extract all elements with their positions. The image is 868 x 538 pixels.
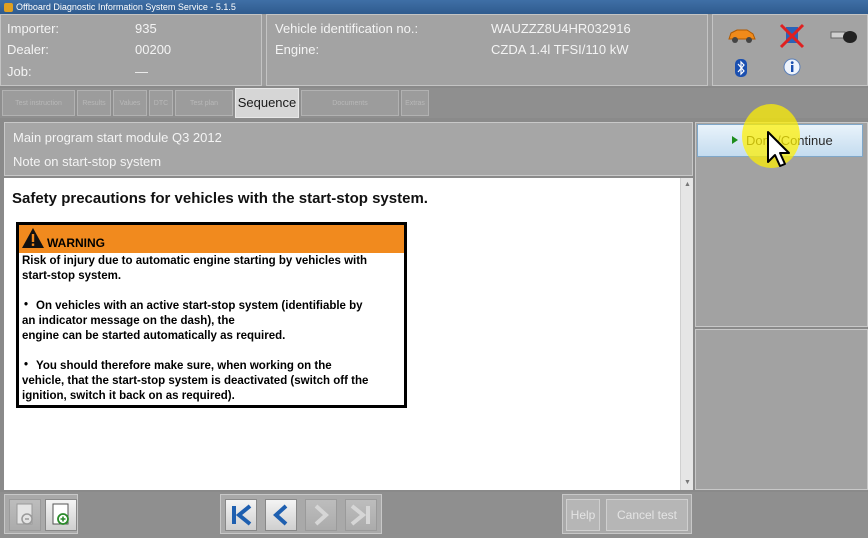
zoom-in-button[interactable] (45, 499, 77, 531)
play-icon (732, 136, 738, 144)
action-group: Help Cancel test (562, 494, 692, 534)
zoom-out-button[interactable] (9, 499, 41, 531)
warning-line: an indicator message on the dash), the (22, 315, 235, 327)
warning-triangle-icon (22, 228, 44, 248)
tab-test-plan[interactable]: Test plan (175, 90, 233, 116)
importer-label: Importer: (7, 21, 60, 36)
warning-line: On vehicles with an active start-stop sy… (36, 300, 363, 312)
last-page-button[interactable] (345, 499, 377, 531)
warning-line: vehicle, that the start-stop system is d… (22, 375, 369, 387)
warning-line: engine can be started automatically as r… (22, 330, 286, 342)
tab-extras[interactable]: Extras (401, 90, 429, 116)
tab-bar: Test instruction Results Values DTC Test… (0, 88, 868, 118)
bluetooth-icon[interactable] (735, 59, 747, 77)
dealer-label: Dealer: (7, 42, 49, 57)
vin-label: Vehicle identification no.: (275, 21, 419, 36)
cancel-test-button[interactable]: Cancel test (606, 499, 688, 531)
disconnected-icon[interactable] (777, 21, 807, 51)
car-icon[interactable] (727, 25, 757, 45)
navigation-group (220, 494, 382, 534)
skip-first-icon (232, 504, 252, 526)
vehicle-info-panel: Vehicle identification no.: WAUZZZ8U4HR0… (266, 14, 708, 86)
chevron-left-icon (273, 504, 288, 526)
tab-documents[interactable]: Documents (301, 90, 399, 116)
zoom-in-icon (52, 503, 69, 525)
vehicle-header: Importer: 935 Dealer: 00200 Job: — Vehic… (0, 14, 868, 86)
content-heading: Safety precautions for vehicles with the… (12, 190, 428, 207)
app-icon (4, 3, 13, 13)
bottom-toolbar: Help Cancel test (0, 492, 868, 538)
warning-line: start-stop system. (22, 270, 122, 282)
vin-value: WAUZZZ8U4HR032916 (491, 21, 631, 36)
skip-last-icon (350, 504, 370, 526)
warning-header: WARNING (19, 225, 404, 253)
zoom-out-icon (16, 503, 33, 525)
window-titlebar: Offboard Diagnostic Information System S… (0, 0, 868, 14)
warning-bullet: • (24, 359, 29, 371)
previous-button[interactable] (265, 499, 297, 531)
importer-value: 935 (135, 21, 157, 36)
warning-bullet: • (24, 299, 29, 311)
module-title: Main program start module Q3 2012 (13, 130, 222, 145)
chevron-right-icon (314, 504, 329, 526)
first-page-button[interactable] (225, 499, 257, 531)
help-button[interactable]: Help (566, 499, 600, 531)
job-value: — (135, 64, 148, 79)
tab-results[interactable]: Results (77, 90, 111, 116)
dealer-info-panel: Importer: 935 Dealer: 00200 Job: — (0, 14, 262, 86)
mouse-cursor-icon (767, 131, 790, 167)
dealer-value: 00200 (135, 42, 172, 57)
instruction-content: Safety precautions for vehicles with the… (4, 178, 680, 490)
module-subtitle: Note on start-stop system (13, 154, 162, 169)
warning-line: ignition, switch it back on as required)… (22, 390, 235, 402)
engine-label: Engine: (275, 42, 320, 57)
warning-line: You should therefore make sure, when wor… (36, 360, 332, 372)
scroll-up-icon[interactable]: ▲ (684, 181, 691, 188)
secondary-panel (695, 329, 868, 490)
tab-dtc[interactable]: DTC (149, 90, 173, 116)
warning-box: WARNING Risk of injury due to automatic … (16, 222, 407, 408)
status-icons-panel (712, 14, 868, 86)
tab-test-instruction[interactable]: Test instruction (2, 90, 75, 116)
warning-title: WARNING (47, 236, 105, 250)
scroll-down-icon[interactable]: ▼ (684, 479, 691, 486)
program-header: Main program start module Q3 2012 Note o… (4, 122, 693, 176)
engine-value: CZDA 1.4l TFSI/110 kW (491, 42, 629, 57)
tab-values[interactable]: Values (113, 90, 147, 116)
window-title: Offboard Diagnostic Information System S… (16, 2, 236, 12)
tab-sequence[interactable]: Sequence (235, 88, 299, 118)
zoom-group (4, 494, 78, 534)
info-icon[interactable] (783, 58, 801, 76)
content-scrollbar[interactable]: ▲ ▼ (680, 178, 693, 490)
warning-line: Risk of injury due to automatic engine s… (22, 255, 368, 267)
key-icon[interactable] (829, 25, 859, 47)
job-label: Job: (7, 64, 32, 79)
next-button[interactable] (305, 499, 337, 531)
